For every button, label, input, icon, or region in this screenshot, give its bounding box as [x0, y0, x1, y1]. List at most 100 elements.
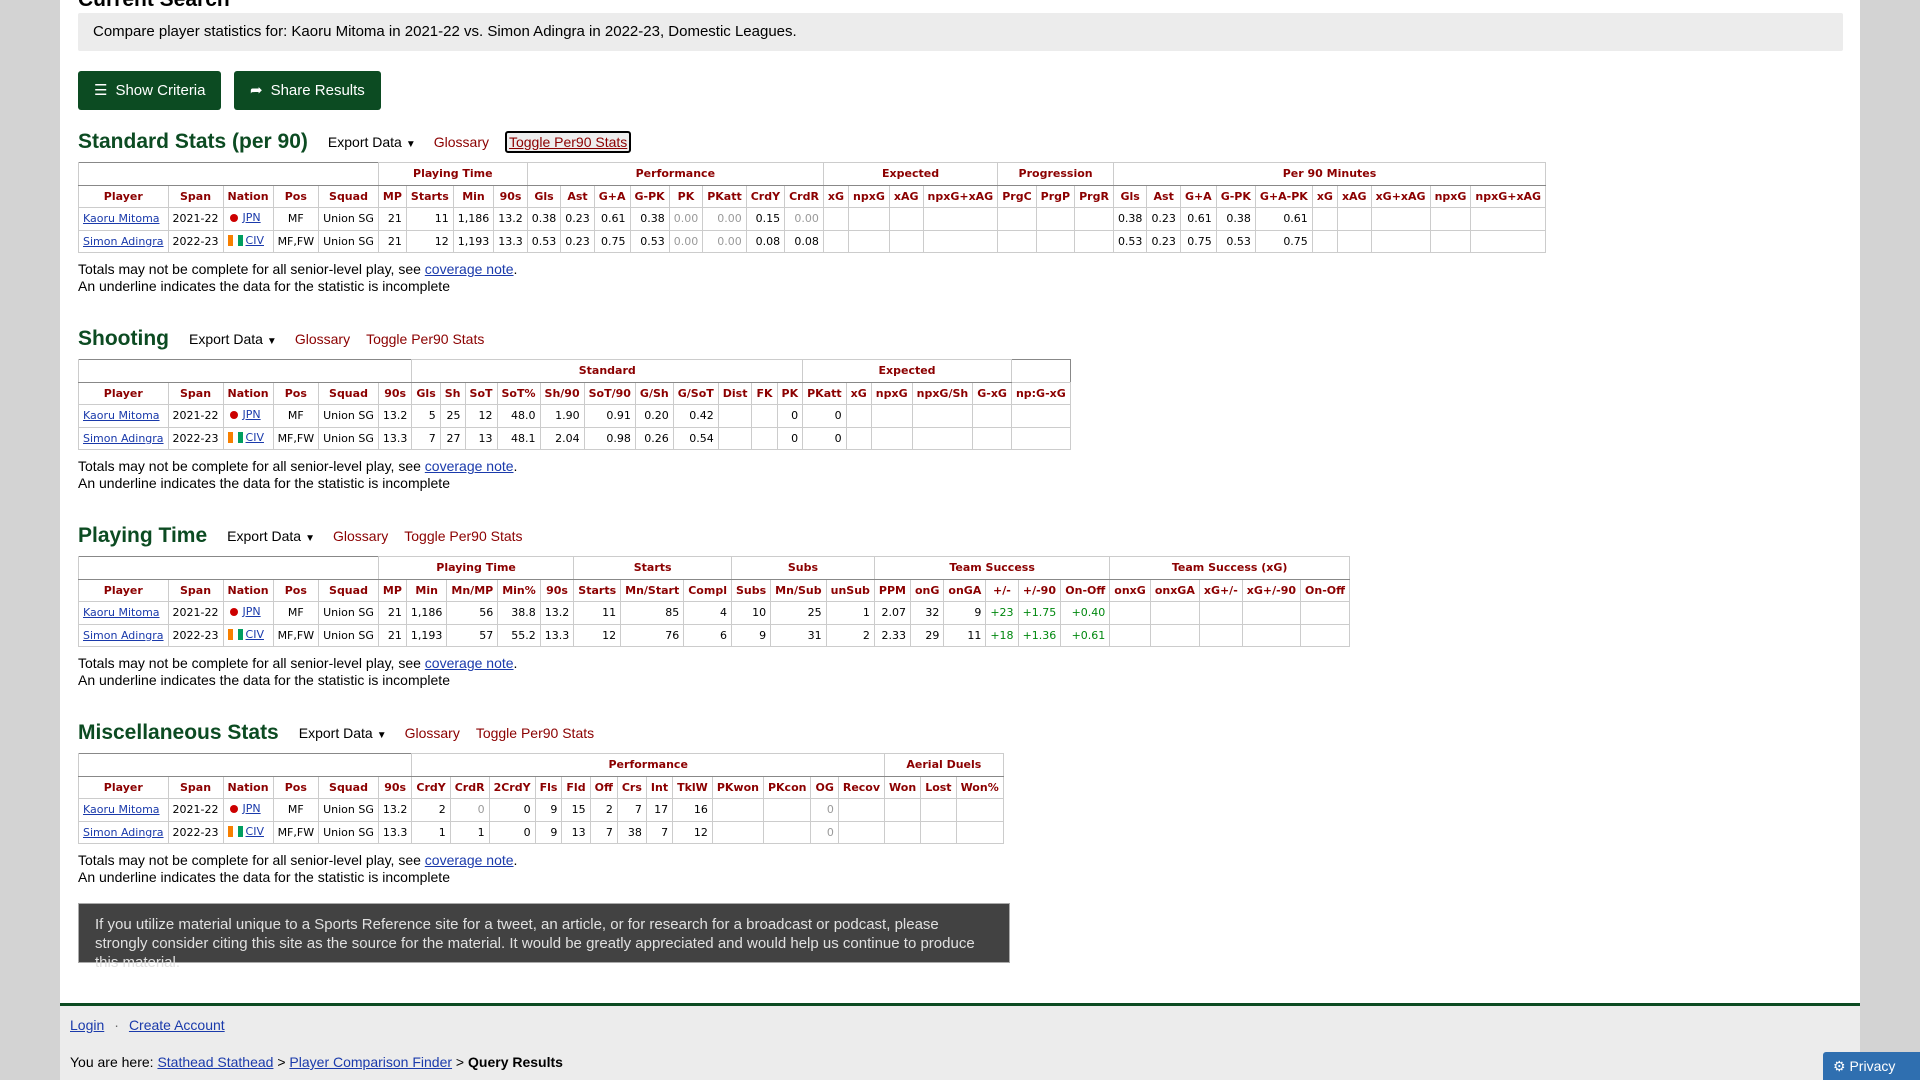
column-header[interactable]: On-Off: [1300, 578, 1351, 602]
column-header[interactable]: Crs: [616, 775, 647, 799]
column-header[interactable]: PKcon: [762, 775, 812, 799]
column-header[interactable]: Gls: [1112, 184, 1148, 208]
coverage-note-link[interactable]: coverage note: [425, 458, 514, 474]
column-header[interactable]: xG+/-90: [1241, 578, 1302, 602]
column-header[interactable]: xG: [845, 381, 872, 405]
nation-code-link[interactable]: JPN: [243, 605, 261, 618]
column-header[interactable]: 90s: [377, 381, 413, 405]
column-header[interactable]: npxG+xAG: [1470, 184, 1547, 208]
column-header[interactable]: onGA: [943, 578, 987, 602]
player-link[interactable]: Simon Adingra: [83, 629, 164, 642]
column-header[interactable]: CrdY: [745, 184, 786, 208]
show-criteria-button[interactable]: ☰ Show Criteria: [78, 71, 222, 110]
toggle-per90-link[interactable]: Toggle Per90 Stats: [476, 725, 594, 741]
nation-code-link[interactable]: CIV: [246, 234, 264, 247]
column-header[interactable]: 90s: [377, 775, 413, 799]
column-header[interactable]: Squad: [318, 775, 379, 799]
column-header[interactable]: xG: [1311, 184, 1338, 208]
column-header[interactable]: npxG+xAG: [922, 184, 999, 208]
column-header[interactable]: Squad: [318, 381, 379, 405]
player-link[interactable]: Simon Adingra: [83, 235, 164, 248]
column-header[interactable]: G-xG: [972, 381, 1012, 405]
column-header[interactable]: Nation: [222, 775, 274, 799]
column-header[interactable]: PrgR: [1074, 184, 1114, 208]
column-header[interactable]: G+A: [1179, 184, 1217, 208]
nation-code-link[interactable]: JPN: [243, 408, 261, 421]
column-header[interactable]: Sh: [439, 381, 466, 405]
column-header[interactable]: onxG: [1109, 578, 1151, 602]
column-header[interactable]: Dist: [717, 381, 753, 405]
column-header[interactable]: CrdR: [784, 184, 824, 208]
column-header[interactable]: Pos: [272, 775, 320, 799]
column-header[interactable]: TklW: [672, 775, 713, 799]
column-header[interactable]: 90s: [493, 184, 528, 208]
column-header[interactable]: Sh/90: [539, 381, 585, 405]
column-header[interactable]: Player: [78, 775, 169, 799]
column-header[interactable]: Fld: [561, 775, 591, 799]
column-header[interactable]: Min: [452, 184, 495, 208]
column-header[interactable]: +/-90: [1017, 578, 1062, 602]
player-link[interactable]: Simon Adingra: [83, 826, 164, 839]
glossary-link[interactable]: Glossary: [405, 725, 460, 741]
column-header[interactable]: SoT: [464, 381, 498, 405]
column-header[interactable]: npxG: [848, 184, 890, 208]
create-account-link[interactable]: Create Account: [129, 1017, 225, 1033]
column-header[interactable]: Starts: [573, 578, 622, 602]
column-header[interactable]: xG+xAG: [1370, 184, 1431, 208]
login-link[interactable]: Login: [70, 1017, 104, 1033]
column-header[interactable]: Player: [78, 184, 169, 208]
column-header[interactable]: Recov: [837, 775, 886, 799]
column-header[interactable]: G/SoT: [672, 381, 719, 405]
column-header[interactable]: Off: [589, 775, 618, 799]
column-header[interactable]: Ast: [1146, 184, 1181, 208]
column-header[interactable]: G-PK: [1215, 184, 1256, 208]
column-header[interactable]: Pos: [272, 381, 320, 405]
column-header[interactable]: npxG/Sh: [911, 381, 974, 405]
column-header[interactable]: 90s: [539, 578, 575, 602]
player-link[interactable]: Kaoru Mitoma: [83, 212, 160, 225]
column-header[interactable]: xAG: [888, 184, 924, 208]
nation-code-link[interactable]: CIV: [246, 431, 264, 444]
column-header[interactable]: Pos: [272, 578, 320, 602]
column-header[interactable]: PrgC: [997, 184, 1037, 208]
column-header[interactable]: Mn/Start: [620, 578, 685, 602]
column-header[interactable]: G+A-PK: [1254, 184, 1313, 208]
column-header[interactable]: Player: [78, 381, 169, 405]
column-header[interactable]: Squad: [318, 578, 379, 602]
export-data-menu[interactable]: Export Data ▼: [227, 528, 315, 544]
column-header[interactable]: PKwon: [711, 775, 764, 799]
column-header[interactable]: xG: [822, 184, 850, 208]
column-header[interactable]: unSub: [825, 578, 875, 602]
breadcrumb-comparison-finder[interactable]: Player Comparison Finder: [289, 1054, 452, 1070]
column-header[interactable]: onxGA: [1149, 578, 1200, 602]
player-link[interactable]: Simon Adingra: [83, 432, 164, 445]
column-header[interactable]: CrdY: [411, 775, 451, 799]
toggle-per90-link[interactable]: Toggle Per90 Stats: [504, 131, 632, 153]
column-header[interactable]: PrgP: [1035, 184, 1076, 208]
column-header[interactable]: 2CrdY: [488, 775, 536, 799]
column-header[interactable]: Won%: [955, 775, 1004, 799]
glossary-link[interactable]: Glossary: [333, 528, 388, 544]
privacy-button[interactable]: ⚙ Privacy: [1823, 1052, 1920, 1080]
column-header[interactable]: Gls: [411, 381, 441, 405]
export-data-menu[interactable]: Export Data ▼: [328, 134, 416, 150]
column-header[interactable]: Min%: [497, 578, 541, 602]
column-header[interactable]: Fls: [534, 775, 563, 799]
nation-code-link[interactable]: JPN: [243, 802, 261, 815]
column-header[interactable]: Int: [645, 775, 674, 799]
column-header[interactable]: Mn/Sub: [770, 578, 827, 602]
column-header[interactable]: Subs: [730, 578, 772, 602]
coverage-note-link[interactable]: coverage note: [425, 852, 514, 868]
column-header[interactable]: SoT%: [496, 381, 541, 405]
column-header[interactable]: Player: [78, 578, 169, 602]
column-header[interactable]: xG+/-: [1198, 578, 1243, 602]
column-header[interactable]: G-PK: [629, 184, 670, 208]
column-header[interactable]: Min: [405, 578, 448, 602]
glossary-link[interactable]: Glossary: [434, 134, 489, 150]
column-header[interactable]: Span: [167, 184, 224, 208]
column-header[interactable]: Squad: [318, 184, 379, 208]
column-header[interactable]: Won: [884, 775, 922, 799]
player-link[interactable]: Kaoru Mitoma: [83, 409, 160, 422]
column-header[interactable]: PKatt: [802, 381, 847, 405]
toggle-per90-link[interactable]: Toggle Per90 Stats: [404, 528, 522, 544]
